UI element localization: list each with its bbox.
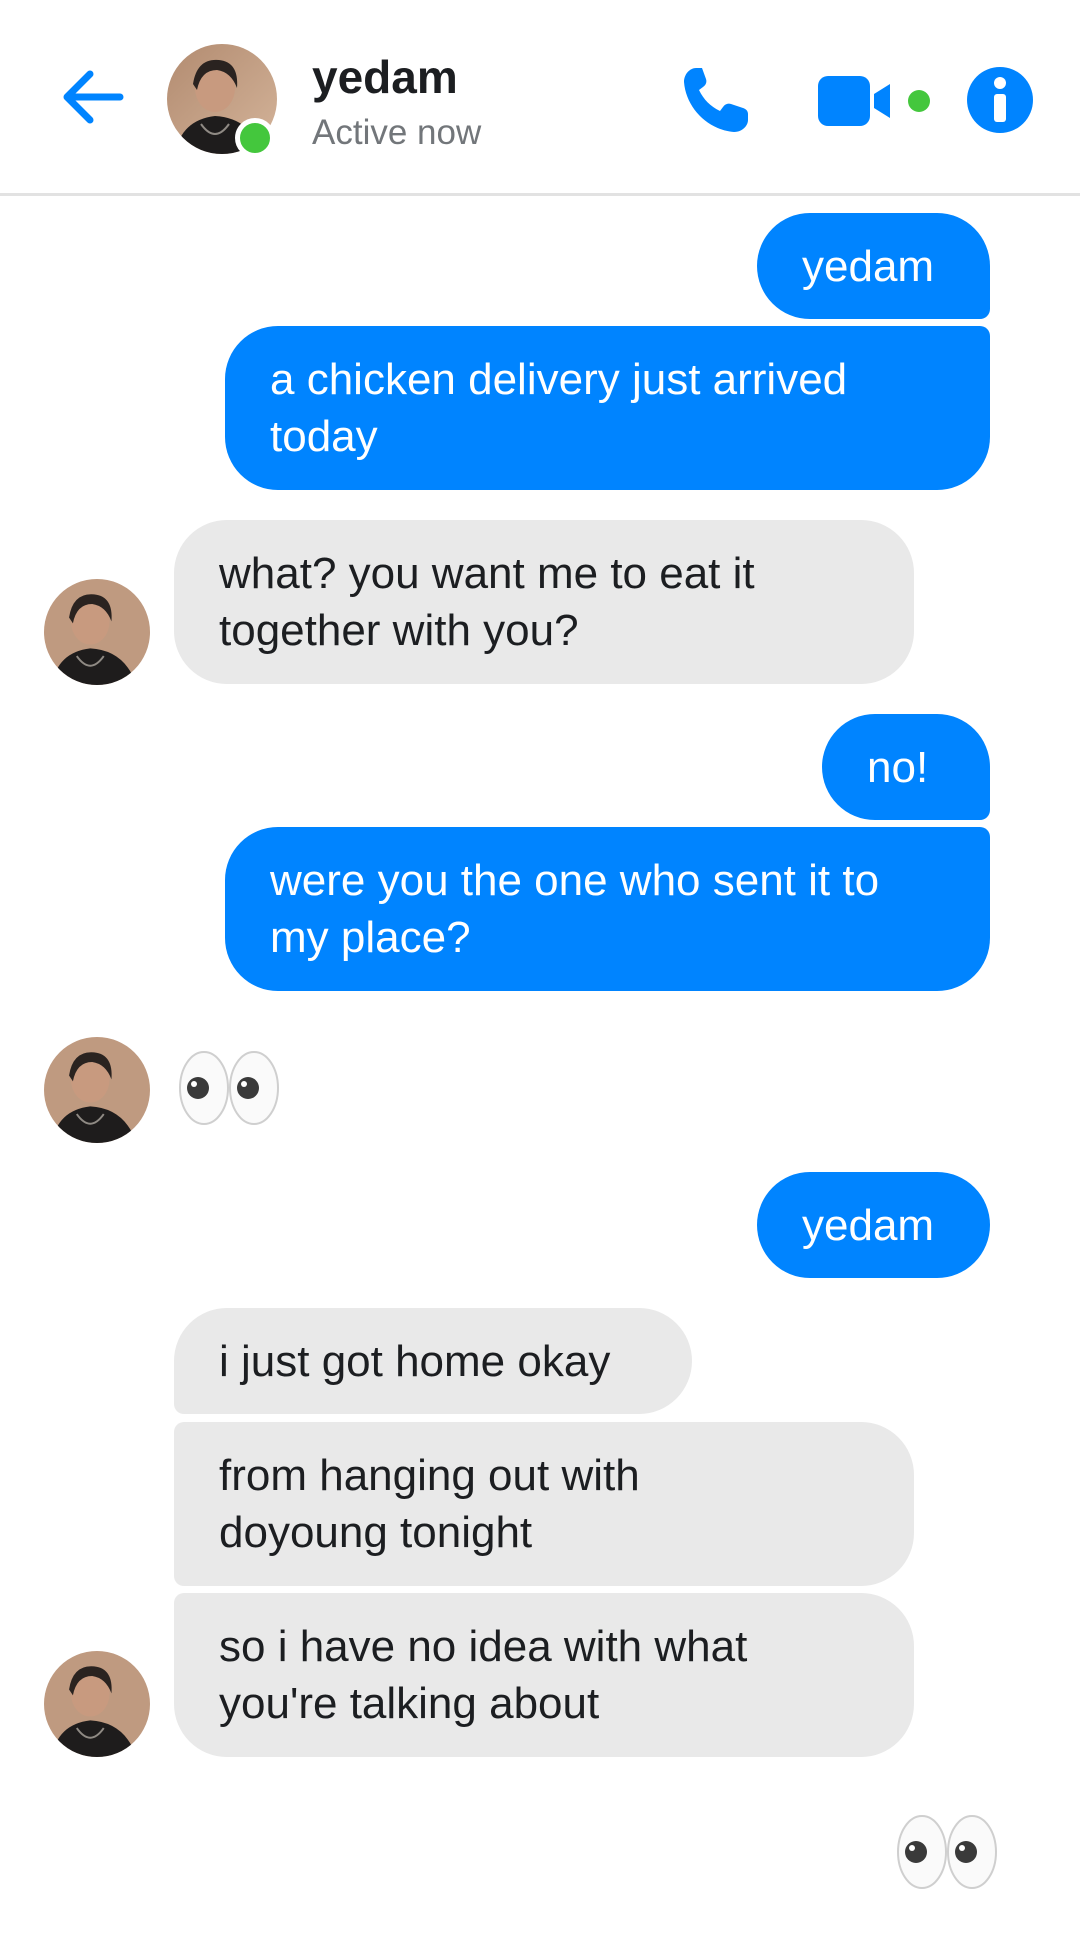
eyes-emoji[interactable] xyxy=(178,1050,282,1131)
back-arrow-icon[interactable] xyxy=(58,62,128,132)
message-bubble-outgoing[interactable]: yedam xyxy=(757,213,990,319)
message-bubble-outgoing[interactable]: no! xyxy=(822,714,990,820)
contact-status: Active now xyxy=(312,113,482,152)
eyes-emoji[interactable] xyxy=(896,1814,1000,1895)
phone-icon[interactable] xyxy=(676,62,754,140)
chat-header: yedam Active now xyxy=(0,0,1080,196)
video-camera-icon[interactable] xyxy=(816,72,936,130)
contact-avatar-small[interactable] xyxy=(44,1651,150,1757)
contact-avatar-small[interactable] xyxy=(44,579,150,685)
online-status-dot xyxy=(235,118,275,158)
message-bubble-outgoing[interactable]: yedam xyxy=(757,1172,990,1278)
messenger-chat-screen: yedam Active now yedam a chicken deliver… xyxy=(0,0,1080,1937)
message-bubble-incoming[interactable]: i just got home okay xyxy=(174,1308,692,1414)
message-bubble-outgoing[interactable]: were you the one who sent it to my place… xyxy=(225,827,990,991)
contact-name[interactable]: yedam xyxy=(312,50,458,104)
contact-avatar-small[interactable] xyxy=(44,1037,150,1143)
message-bubble-incoming[interactable]: what? you want me to eat it together wit… xyxy=(174,520,914,684)
message-bubble-outgoing[interactable]: a chicken delivery just arrived today xyxy=(225,326,990,490)
message-bubble-incoming[interactable]: so i have no idea with what you're talki… xyxy=(174,1593,914,1757)
message-bubble-incoming[interactable]: from hanging out with doyoung tonight xyxy=(174,1422,914,1586)
info-icon[interactable] xyxy=(966,66,1034,134)
